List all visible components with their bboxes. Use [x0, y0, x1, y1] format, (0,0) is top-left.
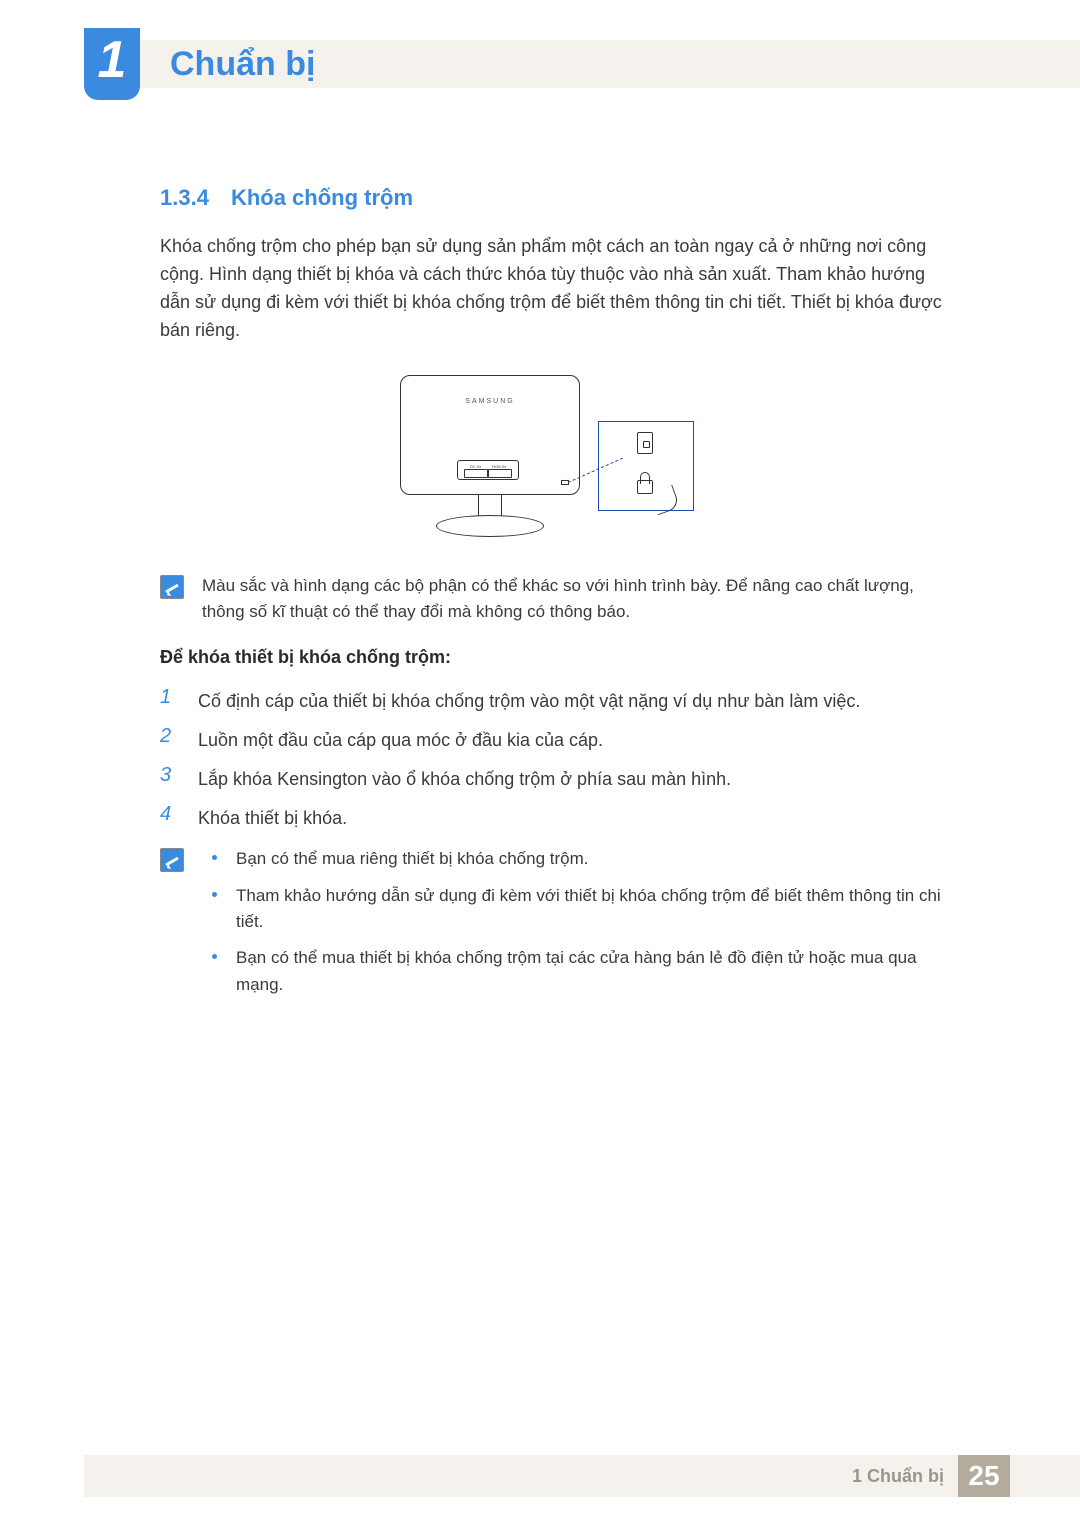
chapter-number-tab: 1 — [84, 28, 140, 100]
lock-slot-detail-icon — [637, 432, 653, 454]
pencil-note-icon — [160, 848, 184, 872]
step-row: 3 Lắp khóa Kensington vào ổ khóa chống t… — [160, 764, 960, 793]
step-text: Cố định cáp của thiết bị khóa chống trộm… — [198, 686, 860, 715]
list-item: Tham khảo hướng dẫn sử dụng đi kèm với t… — [210, 883, 960, 936]
step-text: Lắp khóa Kensington vào ổ khóa chống trộ… — [198, 764, 731, 793]
page-content: 1.3.4 Khóa chống trộm Khóa chống trộm ch… — [160, 185, 960, 1030]
section-title: Khóa chống trộm — [231, 185, 413, 211]
note-block-colors: Màu sắc và hình dạng các bộ phận có thể … — [160, 573, 960, 626]
note-block-purchase: Bạn có thể mua riêng thiết bị khóa chống… — [160, 846, 960, 1008]
illustration-wrap: SAMSUNG DC IN RGB IN — [160, 375, 960, 545]
step-number: 2 — [160, 725, 180, 748]
monitor-body: SAMSUNG DC IN RGB IN — [400, 375, 580, 495]
note-text: Màu sắc và hình dạng các bộ phận có thể … — [202, 573, 960, 626]
step-text: Khóa thiết bị khóa. — [198, 803, 347, 832]
chapter-title: Chuẩn bị — [170, 45, 315, 84]
list-item: Bạn có thể mua riêng thiết bị khóa chống… — [210, 846, 960, 872]
monitor-illustration: SAMSUNG DC IN RGB IN — [400, 375, 720, 545]
padlock-icon — [631, 470, 661, 500]
step-row: 1 Cố định cáp của thiết bị khóa chống tr… — [160, 686, 960, 715]
steps-subheading: Để khóa thiết bị khóa chống trộm: — [160, 647, 960, 668]
monitor-neck — [478, 495, 502, 517]
step-number: 3 — [160, 764, 180, 787]
step-row: 2 Luồn một đầu của cáp qua móc ở đầu kia… — [160, 725, 960, 754]
step-row: 4 Khóa thiết bị khóa. — [160, 803, 960, 832]
section-number: 1.3.4 — [160, 185, 209, 211]
chapter-title-band: Chuẩn bị — [136, 40, 1080, 88]
callout-box — [598, 421, 694, 511]
port-label-right: RGB IN — [492, 464, 506, 469]
monitor-base — [436, 515, 544, 537]
monitor-brand-label: SAMSUNG — [465, 398, 514, 405]
port-panel: DC IN RGB IN — [457, 460, 519, 480]
section-intro: Khóa chống trộm cho phép bạn sử dụng sản… — [160, 233, 960, 345]
pencil-note-icon — [160, 575, 184, 599]
page-footer: 1 Chuẩn bị 25 — [84, 1455, 1080, 1497]
chapter-header: 1 Chuẩn bị — [84, 28, 1080, 100]
step-text: Luồn một đầu của cáp qua móc ở đầu kia c… — [198, 725, 603, 754]
step-number: 1 — [160, 686, 180, 709]
list-item: Bạn có thể mua thiết bị khóa chống trộm … — [210, 945, 960, 998]
footer-page-number: 25 — [958, 1455, 1010, 1497]
footer-chapter-label: 1 Chuẩn bị — [852, 1466, 944, 1487]
note-bullet-list: Bạn có thể mua riêng thiết bị khóa chống… — [210, 846, 960, 1008]
step-number: 4 — [160, 803, 180, 826]
steps-list: 1 Cố định cáp của thiết bị khóa chống tr… — [160, 686, 960, 832]
port-label-left: DC IN — [470, 464, 481, 469]
section-heading: 1.3.4 Khóa chống trộm — [160, 185, 960, 211]
